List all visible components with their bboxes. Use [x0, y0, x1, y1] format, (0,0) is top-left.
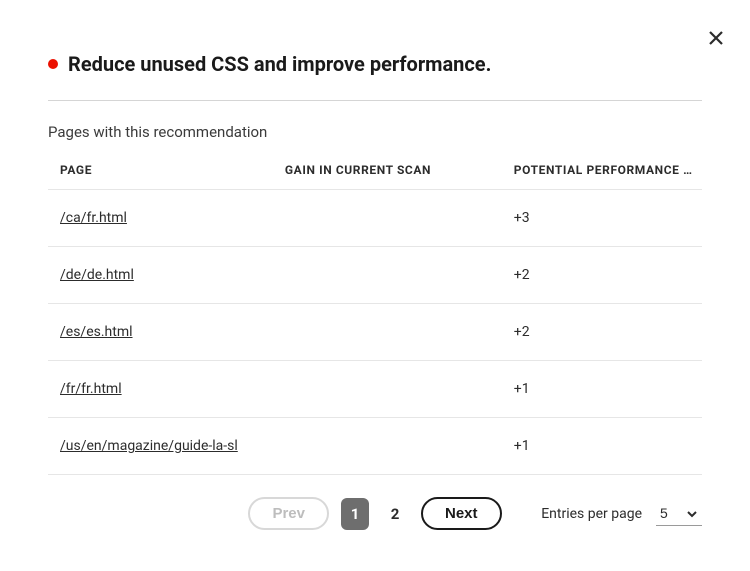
page-link[interactable]: /ca/fr.html — [60, 210, 127, 226]
potential-cell: +1 — [506, 418, 702, 475]
gain-cell — [277, 418, 506, 475]
potential-cell: +2 — [506, 304, 702, 361]
table-row: /de/de.html +2 — [48, 247, 702, 304]
page-link[interactable]: /es/es.html — [60, 324, 133, 340]
potential-cell: +2 — [506, 247, 702, 304]
entries-select[interactable]: 5 — [656, 501, 702, 526]
potential-cell: +3 — [506, 190, 702, 247]
table-row: /us/en/magazine/guide-la-sl +1 — [48, 418, 702, 475]
gain-cell — [277, 247, 506, 304]
table-row: /fr/fr.html +1 — [48, 361, 702, 418]
col-header-page: PAGE — [48, 151, 277, 190]
pagination: Prev 1 2 Next — [248, 497, 501, 530]
potential-cell: +1 — [506, 361, 702, 418]
page-link[interactable]: /fr/fr.html — [60, 381, 122, 397]
page-number-2[interactable]: 2 — [381, 498, 409, 530]
recommendation-table: PAGE GAIN IN CURRENT SCAN POTENTIAL PERF… — [48, 151, 702, 475]
col-header-potential: POTENTIAL PERFORMANCE … — [506, 151, 702, 190]
close-icon — [708, 30, 724, 46]
gain-cell — [277, 361, 506, 418]
next-button[interactable]: Next — [421, 497, 502, 530]
status-dot-icon — [48, 59, 58, 69]
prev-button[interactable]: Prev — [248, 497, 329, 530]
page-number-1[interactable]: 1 — [341, 498, 369, 530]
table-row: /ca/fr.html +3 — [48, 190, 702, 247]
close-button[interactable] — [706, 28, 726, 48]
gain-cell — [277, 190, 506, 247]
page-link[interactable]: /us/en/magazine/guide-la-sl — [60, 438, 238, 454]
entries-label: Entries per page — [541, 506, 642, 522]
section-subtitle: Pages with this recommendation — [48, 123, 702, 141]
page-link[interactable]: /de/de.html — [60, 267, 134, 283]
page-title: Reduce unused CSS and improve performanc… — [68, 52, 491, 76]
header-divider — [48, 100, 702, 101]
entries-per-page: Entries per page 5 — [541, 501, 702, 526]
recommendation-header: Reduce unused CSS and improve performanc… — [48, 52, 702, 76]
gain-cell — [277, 304, 506, 361]
table-footer: Prev 1 2 Next Entries per page 5 — [48, 497, 702, 530]
table-row: /es/es.html +2 — [48, 304, 702, 361]
col-header-gain: GAIN IN CURRENT SCAN — [277, 151, 506, 190]
